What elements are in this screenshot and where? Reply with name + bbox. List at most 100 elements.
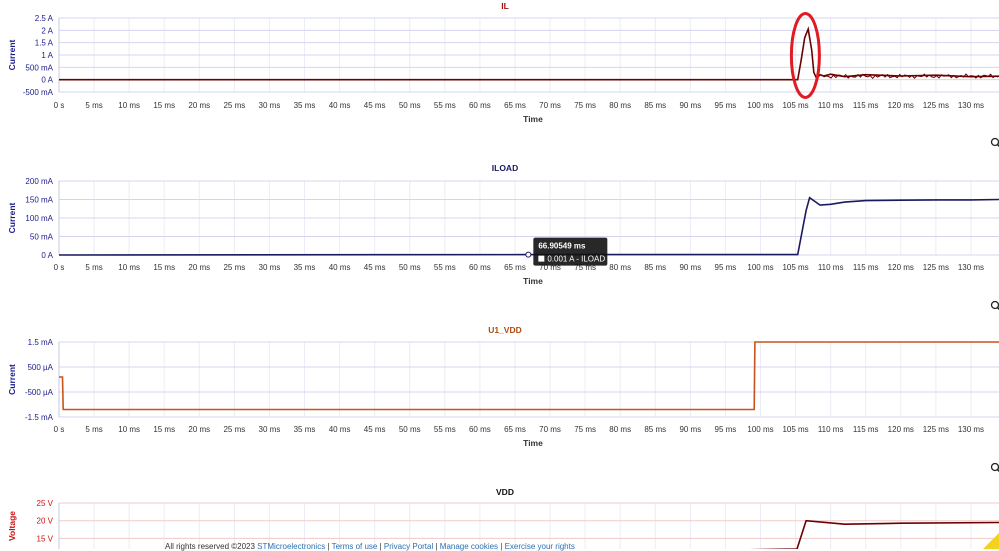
x-tick-label: 130 ms	[958, 425, 984, 434]
x-tick-label: 105 ms	[782, 101, 808, 110]
x-tick-label: 70 ms	[539, 425, 561, 434]
x-tick-label: 55 ms	[434, 425, 456, 434]
x-tick-label: 35 ms	[294, 263, 316, 272]
y-tick-label: 1.5 mA	[28, 338, 54, 347]
x-tick-label: 25 ms	[223, 425, 245, 434]
series-line	[59, 342, 999, 410]
x-tick-label: 115 ms	[853, 263, 879, 272]
y-tick-label: 200 mA	[25, 177, 53, 186]
x-tick-label: 110 ms	[818, 425, 844, 434]
x-tick-label: 30 ms	[259, 101, 281, 110]
hover-point	[526, 252, 531, 257]
y-tick-label: -500 µA	[25, 388, 54, 397]
footer-terms-link[interactable]: Terms of use	[332, 542, 378, 551]
y-tick-label: 20 V	[37, 517, 54, 526]
footer-privacy-link[interactable]: Privacy Portal	[384, 542, 433, 551]
x-tick-label: 10 ms	[118, 101, 140, 110]
x-tick-label: 35 ms	[294, 425, 316, 434]
x-tick-label: 125 ms	[923, 425, 949, 434]
zoom-icon[interactable]	[992, 139, 999, 148]
y-tick-label: 0 A	[41, 251, 53, 260]
x-tick-label: 65 ms	[504, 101, 526, 110]
x-tick-label: 125 ms	[923, 263, 949, 272]
footer-cookies-link[interactable]: Manage cookies	[440, 542, 498, 551]
x-tick-label: 10 ms	[118, 425, 140, 434]
zoom-lens	[992, 302, 999, 309]
x-tick-label: 5 ms	[85, 263, 102, 272]
footer-rights-link[interactable]: Exercise your rights	[505, 542, 575, 551]
x-tick-label: 125 ms	[923, 101, 949, 110]
y-axis-title: Current	[7, 39, 17, 70]
x-tick-label: 20 ms	[188, 425, 210, 434]
x-tick-label: 105 ms	[782, 263, 808, 272]
x-tick-label: 95 ms	[715, 101, 737, 110]
x-tick-label: 130 ms	[958, 101, 984, 110]
x-tick-label: 65 ms	[504, 263, 526, 272]
footer-brand-link[interactable]: STMicroelectronics	[257, 542, 325, 551]
x-tick-label: 50 ms	[399, 101, 421, 110]
x-tick-label: 75 ms	[574, 425, 596, 434]
x-tick-label: 50 ms	[399, 425, 421, 434]
y-tick-label: -1.5 mA	[25, 413, 54, 422]
x-tick-label: 35 ms	[294, 101, 316, 110]
zoom-lens	[992, 139, 999, 146]
zoom-icon[interactable]	[992, 302, 999, 311]
zoom-icon[interactable]	[992, 464, 999, 473]
series-line	[59, 198, 999, 255]
x-tick-label: 60 ms	[469, 101, 491, 110]
x-tick-label: 85 ms	[644, 263, 666, 272]
tooltip-swatch	[538, 256, 544, 262]
x-tick-label: 80 ms	[609, 101, 631, 110]
charts-canvas: 2.5 A2 A1.5 A1 A500 mA0 A-500 mAILCurren…	[0, 0, 999, 549]
x-tick-label: 115 ms	[853, 101, 879, 110]
x-tick-label: 100 ms	[747, 263, 773, 272]
x-tick-label: 60 ms	[469, 263, 491, 272]
x-tick-label: 85 ms	[644, 101, 666, 110]
y-tick-label: 500 µA	[27, 363, 53, 372]
y-tick-label: 2 A	[41, 26, 53, 35]
x-tick-label: 90 ms	[679, 263, 701, 272]
x-tick-label: 60 ms	[469, 425, 491, 434]
zoom-lens	[992, 464, 999, 471]
chart-title: IL	[501, 1, 509, 11]
x-tick-label: 100 ms	[747, 101, 773, 110]
x-tick-label: 0 s	[54, 263, 65, 272]
x-tick-label: 10 ms	[118, 263, 140, 272]
y-axis-title: Current	[7, 364, 17, 395]
series-line	[59, 29, 999, 80]
x-tick-label: 50 ms	[399, 263, 421, 272]
x-tick-label: 15 ms	[153, 425, 175, 434]
y-axis-title: Current	[7, 202, 17, 233]
x-tick-label: 5 ms	[85, 425, 102, 434]
x-tick-label: 25 ms	[223, 263, 245, 272]
x-tick-label: 90 ms	[679, 101, 701, 110]
x-tick-label: 95 ms	[715, 263, 737, 272]
x-tick-label: 5 ms	[85, 101, 102, 110]
x-tick-label: 120 ms	[888, 425, 914, 434]
x-tick-label: 120 ms	[888, 101, 914, 110]
x-tick-label: 85 ms	[644, 425, 666, 434]
x-tick-label: 80 ms	[609, 425, 631, 434]
y-tick-label: 25 V	[37, 499, 54, 508]
x-tick-label: 40 ms	[329, 425, 351, 434]
chart-iload: 200 mA150 mA100 mA50 mA0 AILOADCurrent0 …	[7, 163, 999, 286]
y-tick-label: 150 mA	[25, 196, 53, 205]
x-tick-label: 45 ms	[364, 263, 386, 272]
x-tick-label: 115 ms	[853, 425, 879, 434]
x-tick-label: 30 ms	[259, 263, 281, 272]
y-tick-label: 2.5 A	[35, 14, 54, 23]
y-tick-label: 100 mA	[25, 214, 53, 223]
x-tick-label: 30 ms	[259, 425, 281, 434]
y-tick-label: 1 A	[41, 51, 53, 60]
x-tick-label: 95 ms	[715, 425, 737, 434]
chart-title: ILOAD	[492, 163, 518, 173]
y-axis-title: Voltage	[7, 511, 17, 541]
chart-u1-vdd: 1.5 mA500 µA-500 µA-1.5 mAU1_VDDCurrent0…	[7, 325, 999, 448]
x-tick-label: 65 ms	[504, 425, 526, 434]
x-tick-label: 55 ms	[434, 101, 456, 110]
x-tick-label: 105 ms	[782, 425, 808, 434]
x-axis-title: Time	[523, 276, 543, 286]
x-tick-label: 55 ms	[434, 263, 456, 272]
x-axis-title: Time	[523, 114, 543, 124]
y-tick-label: 15 V	[37, 534, 54, 543]
